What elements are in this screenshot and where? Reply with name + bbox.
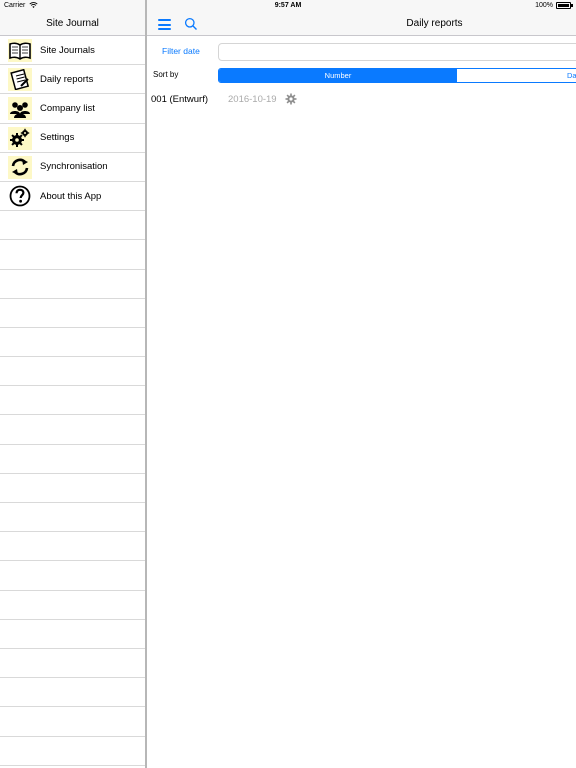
sidebar-empty-row bbox=[0, 415, 145, 445]
sidebar-empty-row bbox=[0, 532, 145, 562]
main-panel: Daily reports Filter date Sort by Number… bbox=[147, 13, 576, 768]
sidebar-empty-row bbox=[0, 445, 145, 474]
sidebar-empty-row bbox=[0, 270, 145, 299]
question-icon bbox=[8, 185, 32, 208]
gear-icon[interactable] bbox=[285, 93, 297, 105]
battery-icon bbox=[556, 2, 573, 9]
search-icon[interactable] bbox=[184, 17, 198, 31]
list-item[interactable]: 001 (Entwurf) 2016-10-19 bbox=[147, 92, 576, 108]
sort-option-date[interactable]: Da bbox=[457, 69, 576, 82]
sidebar-item-label: Settings bbox=[40, 132, 75, 144]
sidebar-empty-row bbox=[0, 678, 145, 708]
report-date: 2016-10-19 bbox=[228, 94, 277, 105]
sidebar-empty-row bbox=[0, 474, 145, 503]
sidebar-item-synchronisation[interactable]: Synchronisation bbox=[0, 153, 145, 182]
filter-date-field[interactable] bbox=[218, 43, 576, 61]
sidebar: Site Journal Site Journals Daily reports bbox=[0, 13, 145, 768]
navigation-bar: Daily reports bbox=[147, 13, 576, 36]
people-icon bbox=[8, 97, 32, 121]
sidebar-empty-row bbox=[0, 357, 145, 387]
sidebar-item-label: Company list bbox=[40, 102, 95, 114]
sidebar-empty-row bbox=[0, 620, 145, 649]
notepad-icon bbox=[8, 68, 32, 92]
sidebar-item-label: Synchronisation bbox=[40, 161, 108, 173]
sidebar-item-label: Daily reports bbox=[40, 73, 94, 85]
sidebar-empty-row bbox=[0, 240, 145, 270]
gears-icon bbox=[8, 126, 32, 150]
filter-row: Filter date bbox=[147, 43, 576, 61]
sort-segmented-control: Number Da bbox=[218, 68, 576, 83]
filter-date-button[interactable]: Filter date bbox=[162, 46, 200, 56]
sidebar-empty-row bbox=[0, 328, 145, 358]
sidebar-item-daily-reports[interactable]: Daily reports bbox=[0, 65, 145, 95]
page-title: Daily reports bbox=[406, 18, 463, 29]
sidebar-empty-row bbox=[0, 649, 145, 679]
sort-row: Sort by Number Da bbox=[147, 68, 576, 83]
sidebar-empty-row bbox=[0, 386, 145, 416]
sidebar-item-company-list[interactable]: Company list bbox=[0, 94, 145, 124]
sort-label: Sort by bbox=[153, 70, 179, 79]
sidebar-empty-row bbox=[0, 707, 145, 737]
sidebar-item-site-journals[interactable]: Site Journals bbox=[0, 36, 145, 66]
sidebar-item-label: About this App bbox=[40, 190, 102, 202]
report-name: 001 (Entwurf) bbox=[151, 94, 209, 105]
sort-option-number[interactable]: Number bbox=[219, 69, 457, 82]
sidebar-item-label: Site Journals bbox=[40, 44, 95, 56]
menu-icon[interactable] bbox=[158, 19, 171, 30]
sidebar-empty-row bbox=[0, 299, 145, 328]
clock: 9:57 AM bbox=[274, 2, 302, 9]
battery-percent: 100% bbox=[535, 2, 553, 9]
sidebar-empty-row bbox=[0, 591, 145, 620]
sidebar-empty-row bbox=[0, 503, 145, 533]
sidebar-empty-row bbox=[0, 737, 145, 766]
sidebar-empty-row bbox=[0, 561, 145, 591]
sidebar-menu: Site Journals Daily reports Company list… bbox=[0, 36, 145, 766]
sync-icon bbox=[8, 155, 32, 179]
sidebar-item-about[interactable]: About this App bbox=[0, 182, 145, 212]
book-icon bbox=[8, 39, 32, 62]
sidebar-title: Site Journal bbox=[0, 13, 145, 36]
sidebar-empty-row bbox=[0, 211, 145, 241]
status-bar: Carrier 9:57 AM 100% bbox=[0, 0, 576, 13]
sidebar-item-settings[interactable]: Settings bbox=[0, 124, 145, 153]
